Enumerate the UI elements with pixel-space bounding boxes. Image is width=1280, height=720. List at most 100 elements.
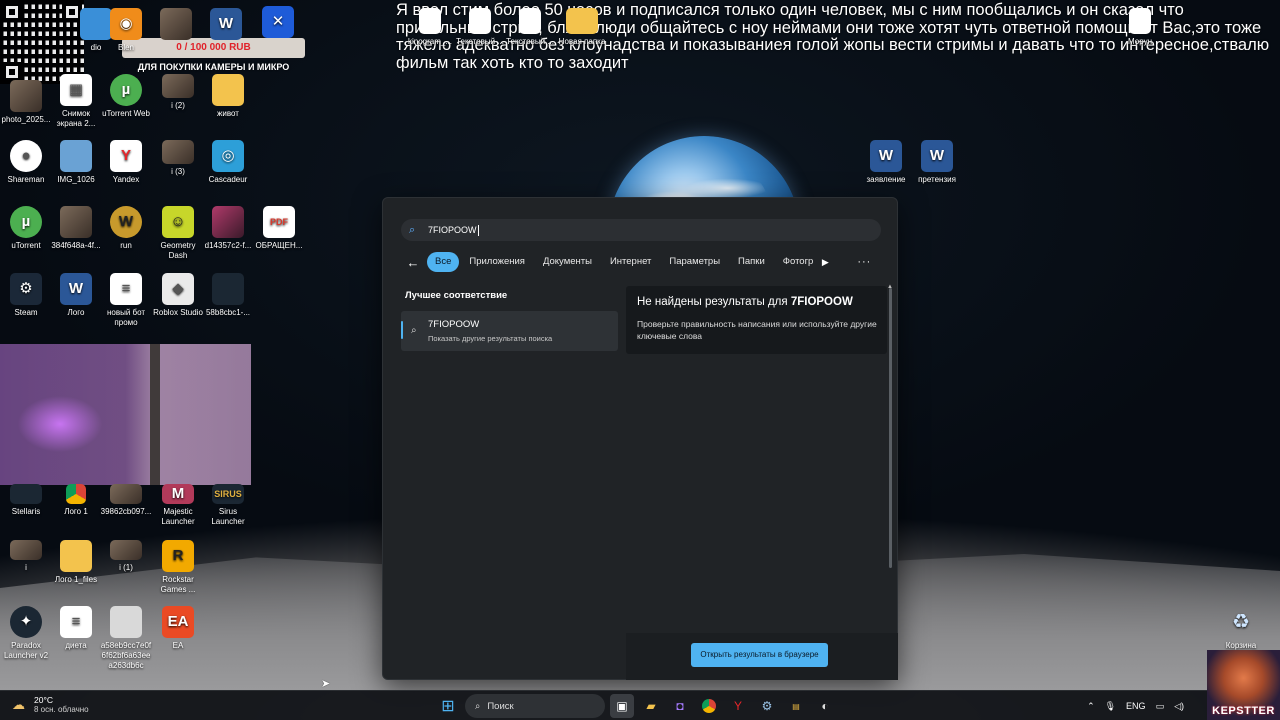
details-scrollbar[interactable] [889, 288, 892, 568]
desktop-icon-sirus[interactable]: SIRUS Sirus Launcher [202, 484, 254, 527]
filter-tab-folders[interactable]: Папки [730, 252, 773, 272]
desktop-icon-i3[interactable]: i (3) [152, 140, 204, 177]
desktop-icon-label: Steam [14, 308, 38, 317]
desktop-icon-image[interactable]: i [0, 540, 52, 573]
cascadeur-icon: ◎ [212, 140, 244, 172]
weather-widget[interactable]: ☁ 20°C 8 осн. облачно [12, 695, 89, 714]
filter-tab-photos[interactable]: Фотогр [775, 252, 814, 272]
desktop-icon-recycle-bin[interactable]: ♻ Корзина [1215, 606, 1267, 651]
back-arrow-icon[interactable]: ← [401, 251, 425, 273]
desktop-icon-kinogram[interactable]: kinogram_... [404, 8, 456, 47]
chrome-icon[interactable] [697, 694, 721, 718]
desktop-icon-paradox[interactable]: ✦ Paradox Launcher v2 [0, 606, 52, 661]
desktop-icon-a58eb[interactable]: a58eb9cc7e0f 6f62bf6a63ee a263db6c [100, 606, 152, 671]
desktop-icon-utorrent[interactable]: µ uTorrent [0, 206, 52, 251]
file-explorer-icon[interactable]: ▰ [639, 694, 663, 718]
desktop-icon-bot-promo[interactable]: ≡ новый бот промо [100, 273, 152, 328]
desktop-icon-run[interactable]: W run [100, 206, 152, 251]
desktop-icon-dieta[interactable]: ≡ диета [50, 606, 102, 651]
roblox-icon: ◆ [162, 273, 194, 305]
desktop-icon-logo1[interactable]: Лого 1 [50, 484, 102, 517]
desktop-icon[interactable]: W [200, 8, 252, 43]
taskbar: ☁ 20°C 8 осн. облачно ⊞ ⌕ Поиск ▣ ▰ ◘ Y … [0, 690, 1280, 720]
word-icon: W [210, 8, 242, 40]
desktop-icon-new-folder[interactable]: Новая папка [556, 8, 608, 47]
open-in-browser-button[interactable]: Открыть результаты в браузере [691, 643, 828, 667]
desktop-icon-img1026[interactable]: IMG_1026 [50, 140, 102, 185]
desktop-icon[interactable]: ✕ [252, 6, 304, 41]
desktop-icon-pretenziya[interactable]: W претензия [911, 140, 963, 185]
result-subtitle: Показать другие результаты поиска [428, 334, 553, 343]
language-indicator[interactable]: ENG [1126, 701, 1146, 711]
desktop-icon-logo1-files[interactable]: Лого 1_files [50, 540, 102, 585]
filter-tab-apps[interactable]: Приложения [461, 252, 533, 272]
desktop-icon-logo[interactable]: W Лого [50, 273, 102, 318]
desktop-icon-384f[interactable]: 384f648a-4f... [50, 206, 102, 251]
weather-text: 20°C 8 осн. облачно [34, 695, 89, 714]
steam-icon[interactable]: ⚙ [755, 694, 779, 718]
desktop-icon-zayavlenie[interactable]: W заявление [860, 140, 912, 185]
image-icon [60, 206, 92, 238]
desktop-icon-label: i (3) [171, 167, 185, 176]
desktop-icon-roblox[interactable]: ◆ Roblox Studio [152, 273, 204, 318]
steam-icon: ⚙ [10, 273, 42, 305]
volume-icon[interactable]: ◁) [1174, 701, 1184, 712]
desktop-icon[interactable] [150, 8, 202, 43]
desktop-icon-cascadeur[interactable]: ◎ Cascadeur [202, 140, 254, 185]
paradox-icon: ✦ [10, 606, 42, 638]
filter-tab-documents[interactable]: Документы [535, 252, 600, 272]
desktop-icon-shareman[interactable]: ● Shareman [0, 140, 52, 185]
word-icon: W [60, 273, 92, 305]
task-view-icon[interactable]: ▣ [610, 694, 634, 718]
microphone-icon[interactable]: 🎙 [1105, 701, 1116, 712]
desktop-icon-ea[interactable]: EA EA [152, 606, 204, 651]
obs-icon[interactable]: ◐ [813, 694, 837, 718]
search-query-text[interactable]: 7FIOPOOW [428, 225, 477, 235]
desktop-icon-yandex[interactable]: Y Yandex [100, 140, 152, 185]
chevron-up-icon[interactable]: ⌃ [1087, 701, 1095, 712]
desktop-icon-text2[interactable]: Текстовый ... [504, 8, 556, 47]
sirus-icon[interactable]: ▤ [784, 694, 808, 718]
desktop-icon-label: Yandex [112, 175, 140, 184]
selection-accent [401, 321, 403, 339]
filter-tab-all[interactable]: Все [427, 252, 460, 272]
desktop-icon-stellaris[interactable]: Stellaris [0, 484, 52, 517]
wow-icon: W [110, 206, 142, 238]
filter-tab-internet[interactable]: Интернет [602, 252, 659, 272]
desktop-icon-photo[interactable]: photo_2025... [0, 80, 52, 125]
taskbar-search-box[interactable]: ⌕ Поиск [465, 694, 605, 718]
app-icon: ✕ [262, 6, 294, 38]
desktop-icon-d14357[interactable]: d14357c2-f... [202, 206, 254, 251]
desktop-icon-steam[interactable]: ⚙ Steam [0, 273, 52, 318]
yandex-icon[interactable]: Y [726, 694, 750, 718]
app-icon[interactable]: ◘ [668, 694, 692, 718]
filter-tab-settings[interactable]: Параметры [661, 252, 728, 272]
more-options-icon[interactable]: ··· [853, 256, 875, 268]
desktop-icon-morun[interactable]: Морун [1114, 8, 1166, 47]
desktop-icon-text1[interactable]: Текстовый ... [454, 8, 506, 47]
rockstar-icon: R [162, 540, 194, 572]
desktop-icon-58b8[interactable]: 58b8cbc1-... [202, 273, 254, 318]
desktop-icon-i1[interactable]: i (1) [100, 540, 152, 573]
stellaris-icon [10, 484, 42, 504]
desktop-icon-39862[interactable]: 39862cb097... [100, 484, 152, 517]
network-icon[interactable]: ▭ [1156, 701, 1165, 712]
windows-search-panel: ⌕ 7FIOPOOW ← Все Приложения Документы Ин… [382, 197, 898, 680]
desktop-icon-obrashen[interactable]: PDF ОБРАЩЕН... [253, 206, 305, 251]
document-icon [519, 8, 541, 34]
search-result-item[interactable]: ⌕ 7FIOPOOW Показать другие результаты по… [401, 311, 618, 351]
desktop-icon-label: Sirus Launcher [211, 507, 245, 526]
desktop-icon-label: EA [172, 641, 184, 650]
desktop-icon-utorrent-web[interactable]: µ uTorrent Web [100, 74, 152, 119]
desktop-icon-screenshot[interactable]: ▦ Снимок экрана 2... [50, 74, 102, 129]
desktop-icon-majestic[interactable]: M Majestic Launcher [152, 484, 204, 527]
desktop-icon-rockstar[interactable]: R Rockstar Games ... [152, 540, 204, 595]
start-button[interactable]: ⊞ [436, 694, 460, 718]
desktop-icon-geometry-dash[interactable]: ☺ Geometry Dash [152, 206, 204, 261]
desktop-icon-zhivot[interactable]: живот [202, 74, 254, 119]
desktop-icon[interactable]: ◉ Blen [100, 8, 152, 53]
search-input[interactable]: ⌕ 7FIOPOOW [401, 219, 881, 241]
scroll-filters-right-icon[interactable]: ▶ [815, 257, 835, 268]
desktop-icon-i2[interactable]: i (2) [152, 74, 204, 111]
desktop-icon-label: i (1) [119, 563, 133, 572]
